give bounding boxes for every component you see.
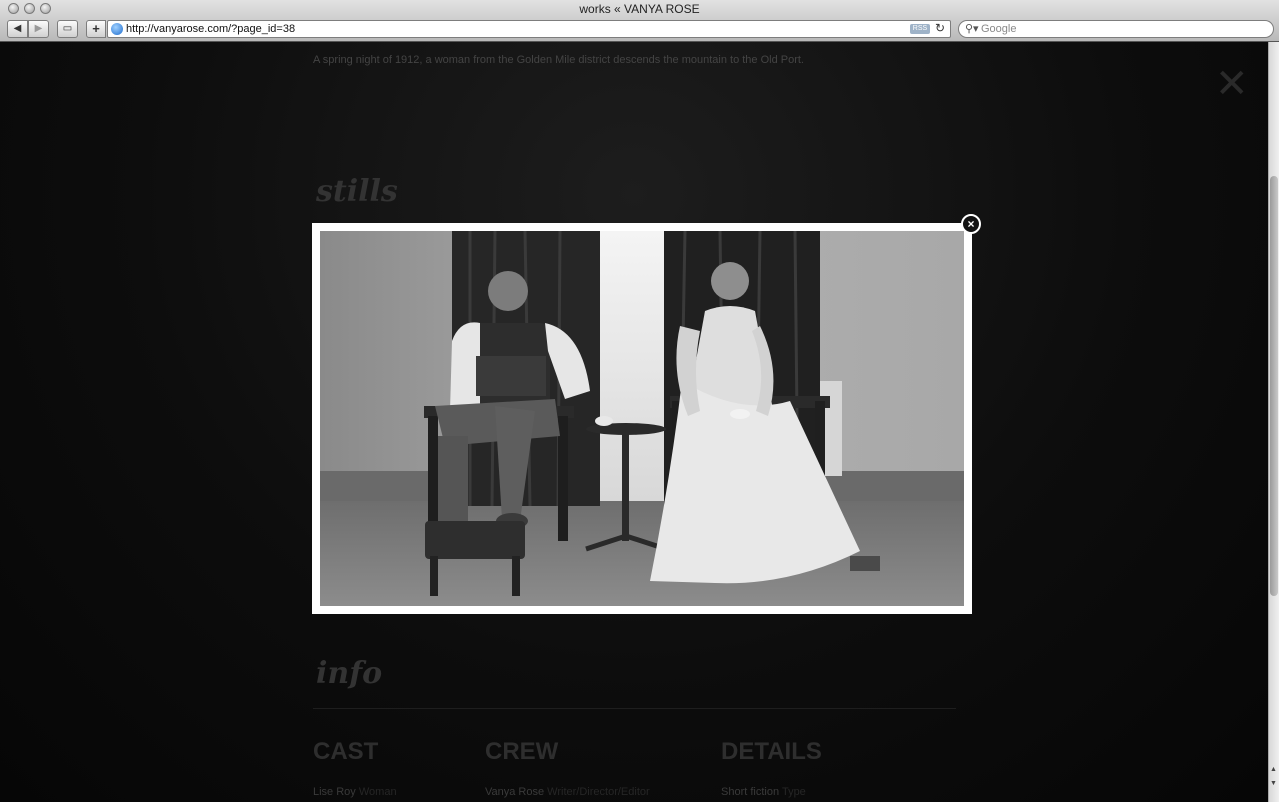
lightbox-frame bbox=[312, 223, 972, 614]
rss-badge[interactable]: RSS bbox=[910, 24, 930, 34]
address-text[interactable]: http://vanyarose.com/?page_id=38 bbox=[126, 23, 295, 35]
browser-chrome: works « VANYA ROSE ◀ ▶ ▭ + http://vanyar… bbox=[0, 0, 1279, 42]
stills-heading: stills bbox=[316, 174, 398, 209]
cast-entry: Lise Roy Woman bbox=[313, 786, 397, 798]
cast-heading: CAST bbox=[313, 738, 379, 765]
globe-icon bbox=[111, 23, 123, 35]
crew-heading: CREW bbox=[485, 738, 559, 765]
reload-icon[interactable]: ↻ bbox=[935, 21, 945, 35]
crew-role: Writer/Director/Editor bbox=[547, 786, 650, 798]
plus-icon: + bbox=[92, 21, 100, 36]
details-heading: DETAILS bbox=[721, 738, 822, 765]
scroll-up-arrow-icon[interactable]: ▲ bbox=[1270, 766, 1277, 773]
scrollbar-thumb[interactable] bbox=[1270, 176, 1278, 596]
forward-button[interactable]: ▶ bbox=[28, 20, 49, 38]
back-button[interactable]: ◀ bbox=[7, 20, 28, 38]
scroll-down-arrow-icon[interactable]: ▼ bbox=[1270, 780, 1277, 787]
add-bookmark-button[interactable]: + bbox=[86, 20, 106, 38]
details-entry: Short fiction Type bbox=[721, 786, 806, 798]
search-icon[interactable]: ⚲▾ bbox=[965, 22, 979, 35]
vertical-scrollbar[interactable]: ▲ ▼ bbox=[1268, 42, 1279, 802]
crew-name: Vanya Rose bbox=[485, 786, 545, 798]
cast-name: Lise Roy bbox=[313, 786, 356, 798]
info-heading: info bbox=[316, 656, 383, 691]
title-bar: works « VANYA ROSE bbox=[0, 0, 1279, 18]
search-placeholder: Google bbox=[981, 23, 1017, 35]
cast-role: Woman bbox=[358, 786, 397, 798]
film-still-image[interactable] bbox=[320, 231, 964, 606]
bookmarks-icon: ▭ bbox=[62, 23, 73, 34]
details-label: Type bbox=[781, 786, 806, 798]
film-still-illustration bbox=[320, 231, 964, 606]
synopsis-text: A spring night of 1912, a woman from the… bbox=[313, 54, 804, 66]
bookmarks-button[interactable]: ▭ bbox=[57, 20, 78, 38]
details-value: Short fiction bbox=[721, 786, 780, 798]
crew-entry: Vanya Rose Writer/Director/Editor bbox=[485, 786, 650, 798]
lightbox-close-button[interactable]: × bbox=[961, 214, 981, 234]
forward-arrow-icon: ▶ bbox=[34, 23, 43, 34]
search-field[interactable]: ⚲▾ Google bbox=[958, 20, 1274, 38]
back-arrow-icon: ◀ bbox=[13, 23, 22, 34]
window-title: works « VANYA ROSE bbox=[579, 2, 700, 16]
info-divider bbox=[313, 708, 956, 709]
background-close-icon[interactable]: ✕ bbox=[1215, 64, 1249, 104]
address-bar[interactable]: http://vanyarose.com/?page_id=38 RSS ↻ bbox=[107, 20, 951, 38]
